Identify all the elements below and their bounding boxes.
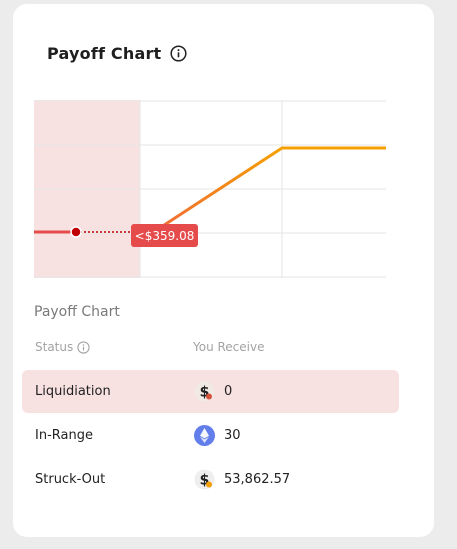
section-label: Payoff Chart bbox=[34, 304, 120, 320]
price-tooltip: <$359.08 bbox=[131, 224, 198, 247]
row-amount: 0 bbox=[224, 384, 233, 399]
row-amount: 53,862.57 bbox=[224, 472, 291, 487]
current-price-marker[interactable] bbox=[70, 226, 82, 238]
info-icon[interactable] bbox=[170, 45, 187, 62]
payoff-ramp bbox=[150, 146, 284, 235]
dollar-coin-icon: $ bbox=[194, 469, 215, 490]
ethereum-icon bbox=[194, 425, 215, 446]
info-icon[interactable] bbox=[77, 340, 90, 354]
payoff-chart bbox=[34, 100, 386, 278]
table-row-liquidation: Liquidiation $ 0 bbox=[22, 370, 399, 413]
row-status: In-Range bbox=[35, 428, 93, 443]
row-amount: 30 bbox=[224, 428, 241, 443]
table-row-struck-out: Struck-Out $ 53,862.57 bbox=[22, 458, 399, 501]
receive-column-header: You Receive bbox=[193, 340, 265, 354]
table-row-in-range: In-Range 30 bbox=[22, 414, 399, 457]
status-header-label: Status bbox=[35, 340, 74, 354]
row-status: Struck-Out bbox=[35, 472, 106, 487]
card-header: Payoff Chart bbox=[47, 44, 187, 63]
status-column-header: Status bbox=[35, 340, 90, 354]
row-status: Liquidiation bbox=[35, 384, 111, 399]
card-title: Payoff Chart bbox=[47, 44, 162, 63]
dollar-coin-icon: $ bbox=[194, 381, 215, 402]
